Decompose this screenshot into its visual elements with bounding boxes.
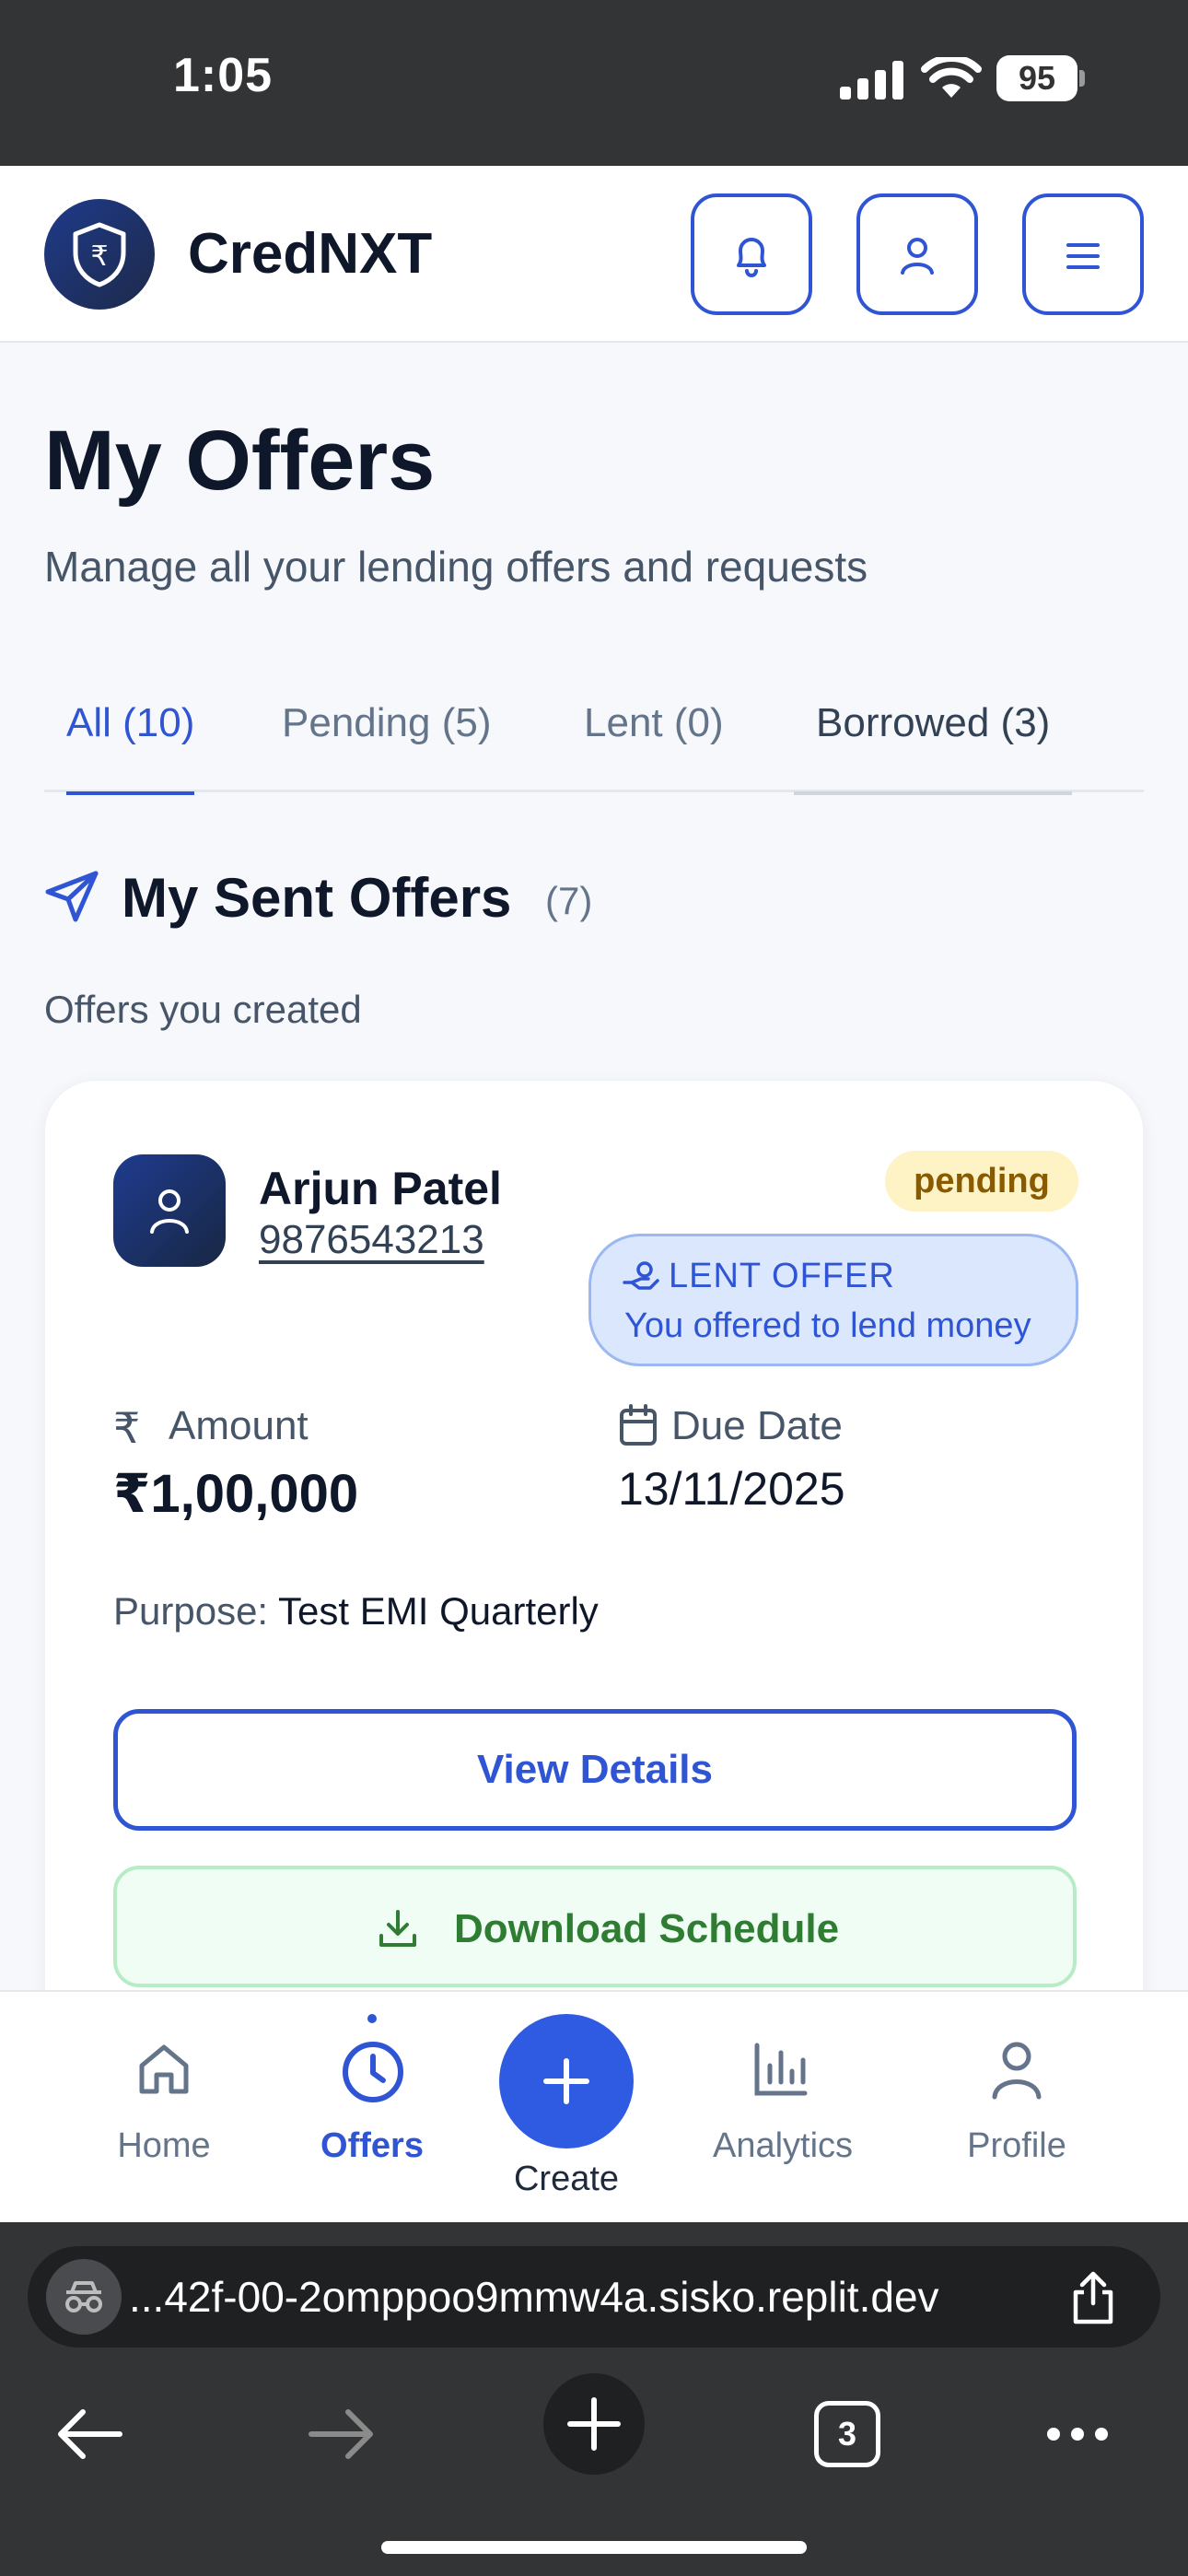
wifi-icon (921, 57, 982, 98)
offer-card: Arjun Patel 9876543213 pending LENT OFFE… (44, 1080, 1144, 2093)
tab-borrowed[interactable]: Borrowed (3) (793, 700, 1073, 795)
status-badge: pending (885, 1151, 1078, 1212)
app-header: ₹ CredNXT (0, 166, 1188, 343)
page-title: My Offers (44, 414, 436, 508)
section-title: My Sent Offers (122, 867, 512, 929)
offer-type-subtitle: You offered to lend money (624, 1306, 1031, 1345)
purpose-value: Test EMI Quarterly (278, 1589, 599, 1633)
tab-all[interactable]: All (10) (66, 700, 195, 795)
bar-chart-icon (754, 2043, 808, 2096)
user-icon (150, 1189, 189, 1234)
amount-label: Amount (169, 1403, 309, 1448)
section-count: (7) (545, 879, 593, 922)
plus-icon (567, 2397, 621, 2451)
nav-profile[interactable]: Profile (925, 1992, 1109, 2224)
status-bar: 1:05 95 (0, 0, 1188, 166)
purpose-label: Purpose: (113, 1589, 269, 1633)
offer-type-title: LENT OFFER (669, 1257, 895, 1295)
tabs-button[interactable]: 3 (814, 2401, 880, 2467)
nav-offers-label: Offers (320, 2126, 424, 2165)
bell-icon (737, 238, 766, 277)
hand-money-icon (623, 1261, 659, 1290)
status-time: 1:05 (173, 49, 274, 102)
brand-name: CredNXT (188, 222, 433, 286)
borrower-name: Arjun Patel (259, 1163, 502, 1214)
nav-analytics[interactable]: Analytics (691, 1992, 875, 2224)
tab-lent[interactable]: Lent (0) (584, 700, 724, 792)
nav-offers[interactable]: Offers (280, 1992, 464, 2224)
view-details-button[interactable]: View Details (113, 1709, 1077, 1831)
rupee-shield-icon[interactable]: ₹ (44, 199, 155, 310)
offer-tabs: All (10) Pending (5) Lent (0) Borrowed (… (44, 682, 1144, 795)
url-text: ...42f-00-2omppoo9mmw4a.sisko.replit.dev (129, 2273, 939, 2321)
user-icon (992, 2042, 1042, 2100)
nav-home[interactable]: Home (72, 1992, 256, 2224)
nav-create-label[interactable]: Create (474, 2160, 658, 2199)
forward-icon[interactable] (308, 2405, 378, 2464)
purpose: Purpose: Test EMI Quarterly (113, 1589, 599, 1633)
due-date-value: 13/11/2025 (618, 1463, 845, 1515)
menu-button[interactable] (1022, 193, 1144, 315)
calendar-icon (620, 1404, 657, 1446)
svg-text:₹: ₹ (90, 240, 108, 273)
home-indicator (381, 2541, 807, 2554)
page-subtitle: Manage all your lending offers and reque… (44, 543, 868, 591)
battery-icon: 95 (996, 55, 1085, 101)
account-button[interactable] (856, 193, 978, 315)
offer-type-box: LENT OFFER You offered to lend money (588, 1234, 1078, 1366)
new-tab-button[interactable] (543, 2373, 645, 2475)
user-icon (901, 238, 934, 275)
browser-chrome: ...42f-00-2omppoo9mmw4a.sisko.replit.dev… (0, 2222, 1188, 2576)
download-icon (379, 1910, 416, 1947)
download-schedule-button[interactable]: Download Schedule (113, 1866, 1077, 1987)
avatar (113, 1154, 226, 1267)
amount-value: ₹1,00,000 (113, 1464, 359, 1524)
incognito-icon[interactable] (46, 2259, 122, 2335)
nav-profile-label: Profile (967, 2126, 1066, 2165)
download-schedule-label: Download Schedule (454, 1906, 840, 1951)
cellular-signal-icon (840, 61, 903, 100)
more-icon[interactable] (1044, 2423, 1111, 2445)
create-button[interactable] (499, 2014, 634, 2149)
address-bar[interactable]: ...42f-00-2omppoo9mmw4a.sisko.replit.dev (28, 2246, 1160, 2348)
nav-analytics-label: Analytics (712, 2126, 854, 2165)
section-subtitle: Offers you created (44, 988, 362, 1031)
due-date-label: Due Date (671, 1403, 843, 1448)
nav-home-label: Home (117, 2126, 211, 2165)
rupee-icon: ₹ (113, 1404, 141, 1452)
back-icon[interactable] (53, 2405, 123, 2464)
share-icon[interactable] (1068, 2270, 1118, 2325)
send-icon (45, 871, 99, 922)
battery-level: 95 (996, 55, 1077, 101)
plus-icon (543, 2058, 589, 2104)
clock-icon (343, 2042, 403, 2102)
notifications-button[interactable] (691, 193, 812, 315)
borrower-phone[interactable]: 9876543213 (259, 1217, 484, 1263)
menu-icon (1066, 243, 1100, 269)
tab-pending[interactable]: Pending (5) (282, 700, 491, 792)
home-icon (139, 2044, 189, 2094)
bottom-nav: Home Offers Create Analytics Profile (0, 1990, 1188, 2222)
